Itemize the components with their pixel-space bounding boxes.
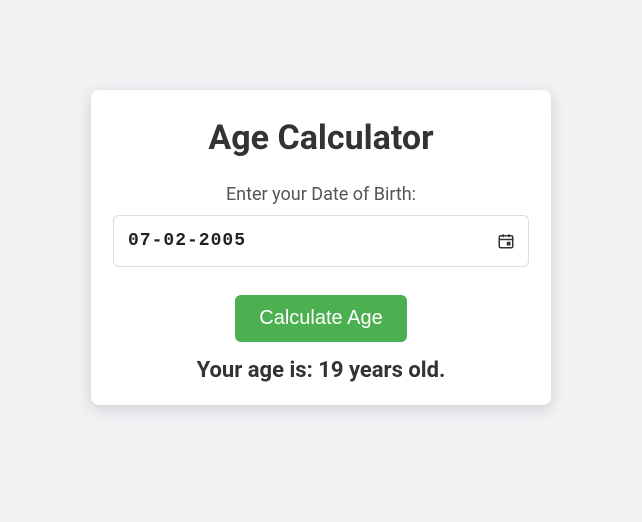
dob-input[interactable] xyxy=(113,215,529,267)
page-title: Age Calculator xyxy=(113,118,529,158)
calculate-age-button[interactable]: Calculate Age xyxy=(235,295,406,342)
dob-field-wrapper xyxy=(113,215,529,267)
age-result: Your age is: 19 years old. xyxy=(113,358,529,383)
dob-label: Enter your Date of Birth: xyxy=(113,184,529,205)
age-calculator-card: Age Calculator Enter your Date of Birth:… xyxy=(91,90,551,405)
